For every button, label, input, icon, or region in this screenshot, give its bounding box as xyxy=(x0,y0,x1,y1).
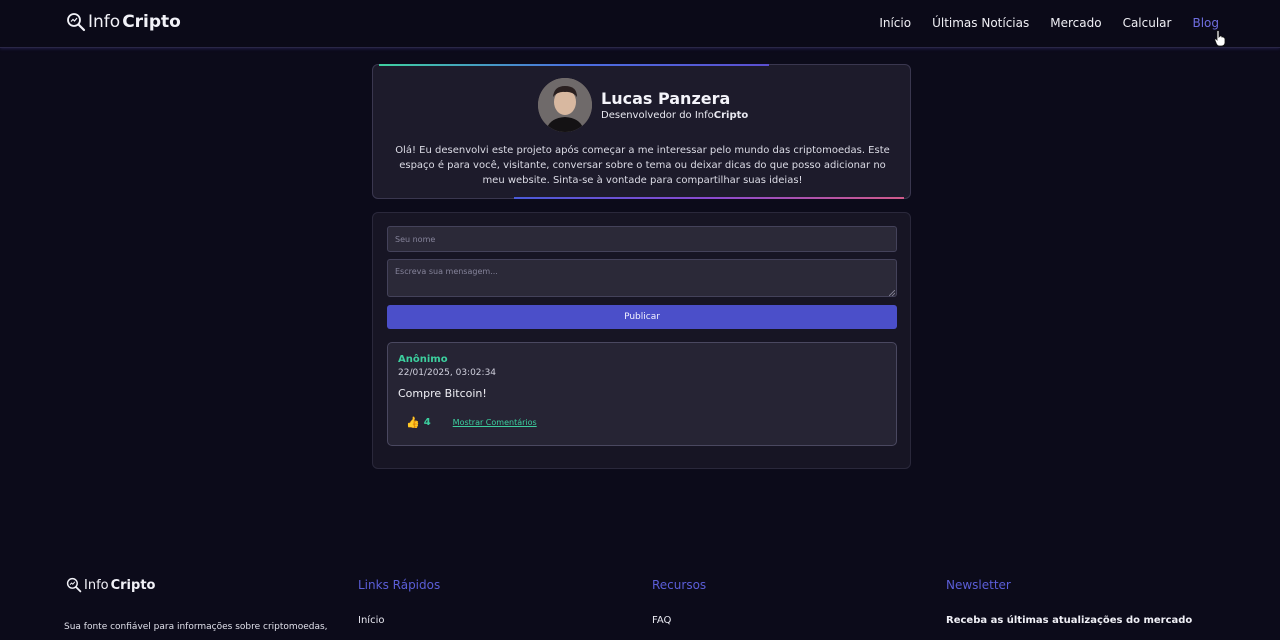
footer-magnifier-icon xyxy=(66,577,82,593)
hand-pointer-icon xyxy=(1214,30,1226,47)
nav-link-inicio[interactable]: Início xyxy=(879,16,911,30)
footer-tagline: Sua fonte confiável para informações sob… xyxy=(64,622,328,632)
footer-link-inicio[interactable]: Início xyxy=(358,615,384,626)
footer-logo-info: Info xyxy=(84,577,109,593)
post-author: Anônimo xyxy=(398,354,448,365)
like-count: 4 xyxy=(423,417,431,428)
main-nav: Início Últimas Notícias Mercado Calcular… xyxy=(879,16,1219,30)
footer-title-recursos: Recursos xyxy=(652,578,707,592)
magnifier-icon xyxy=(67,13,86,32)
card-gradient-bottom xyxy=(514,197,904,199)
footer-logo[interactable]: Info Cripto xyxy=(66,577,155,593)
author-bio: Olá! Eu desenvolvi este projeto após com… xyxy=(395,145,890,186)
nav-link-mercado[interactable]: Mercado xyxy=(1050,16,1101,30)
thumbs-up-icon[interactable]: 👍 xyxy=(406,416,420,429)
author-role-prefix: Desenvolvedor do Info xyxy=(601,110,714,121)
footer-title-newsletter: Newsletter xyxy=(946,578,1011,592)
site-header: Info Cripto Início Últimas Notícias Merca… xyxy=(0,0,1280,48)
card-gradient-top xyxy=(379,64,769,66)
nav-link-ultimas-noticias[interactable]: Últimas Notícias xyxy=(932,16,1029,30)
logo-info-text: Info xyxy=(88,12,121,32)
publish-button[interactable]: Publicar xyxy=(387,305,897,329)
author-role: Desenvolvedor do InfoCripto xyxy=(601,110,748,121)
post-timestamp: 22/01/2025, 03:02:34 xyxy=(398,368,497,378)
author-avatar xyxy=(538,78,592,132)
post-actions: 👍 4 Mostrar Comentários xyxy=(406,416,537,429)
site-logo[interactable]: Info Cripto xyxy=(66,12,181,32)
logo-cripto-text: Cripto xyxy=(122,12,181,32)
footer-logo-cripto: Cripto xyxy=(110,577,156,593)
footer-title-links-rapidos: Links Rápidos xyxy=(358,578,441,592)
newsletter-description: Receba as últimas atualizações do mercad… xyxy=(946,615,1193,626)
show-comments-link[interactable]: Mostrar Comentários xyxy=(453,418,537,427)
avatar-photo-icon xyxy=(538,78,592,132)
nav-link-calcular[interactable]: Calcular xyxy=(1123,16,1172,30)
footer-link-faq[interactable]: FAQ xyxy=(652,615,671,626)
nav-link-blog[interactable]: Blog xyxy=(1192,16,1219,30)
author-card: Lucas Panzera Desenvolvedor do InfoCript… xyxy=(372,64,911,199)
resize-handle-icon[interactable] xyxy=(889,290,895,296)
author-name: Lucas Panzera xyxy=(601,89,731,108)
blog-post: Anônimo 22/01/2025, 03:02:34 Compre Bitc… xyxy=(387,342,897,446)
message-textarea[interactable] xyxy=(387,259,897,297)
blog-form-card: Publicar Anônimo 22/01/2025, 03:02:34 Co… xyxy=(372,212,911,469)
author-role-brand: Cripto xyxy=(713,110,749,121)
post-content: Compre Bitcoin! xyxy=(398,387,487,400)
name-input[interactable] xyxy=(387,226,897,252)
